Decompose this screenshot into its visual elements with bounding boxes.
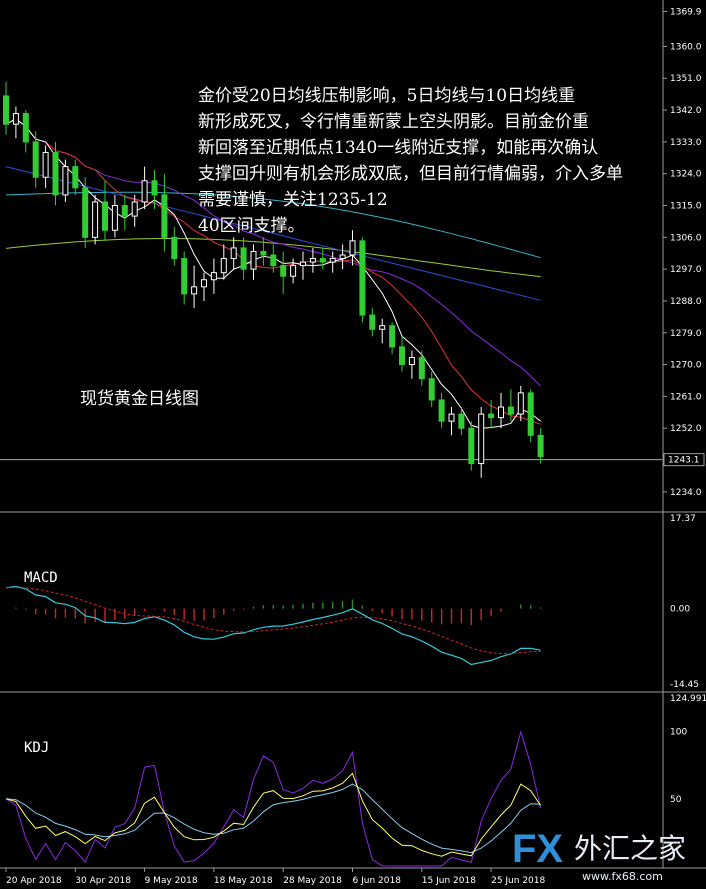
price-tick-label: 1261.0 [670,392,702,402]
date-tick-label: 20 Apr 2018 [6,876,62,886]
macd-tick-label: 0.00 [670,605,690,615]
candle-body [52,151,59,196]
candle-body [121,205,128,217]
candle-body [171,236,178,260]
annotation-line: 新形成死叉，令行情重新蒙上空头阴影。目前金价重 [198,112,589,132]
kdj-tick-label: 124.9914 [670,694,706,704]
candle-body [537,434,544,458]
candle-body [22,113,29,143]
price-tick-label: 1315.0 [670,202,702,212]
candle-body [102,201,108,231]
price-tick-label: 1279.0 [670,329,702,339]
price-tick-label: 1288.0 [670,297,702,307]
candle-body [42,151,49,178]
candle-body [270,254,277,267]
candle-body [379,325,386,330]
candle-body [369,314,376,330]
price-tick-label: 1342.0 [670,106,702,116]
kdj-label: KDJ [24,740,49,756]
candle-body [151,180,158,196]
macd-tick-label: 17.37 [670,514,696,524]
gold-daily-chart: 1369.9 1360.0 1351.0 1342.0 1333.0 1324.0 1315… [0,0,706,889]
candle-body [428,378,435,401]
candle-body [290,265,297,277]
candle-body [319,258,326,263]
price-tick-label: 1297.0 [670,265,702,275]
date-tick-label: 25 Jun 2018 [491,876,545,886]
candle-body [12,113,19,125]
candle-body [3,95,9,125]
price-tick-label: 1270.0 [670,361,702,371]
date-tick-label: 28 May 2018 [283,876,342,886]
candle-body [488,413,495,419]
candle-body [438,399,445,422]
macd-tick-label: -14.45 [670,680,699,690]
watermark-cn: 外汇之家 [574,832,686,865]
candle-body [240,247,247,270]
price-tick-label: 1234.0 [670,488,702,498]
macd-label: MACD [24,570,58,586]
candle-body [181,258,188,295]
current-price-label: 1243.1 [668,456,700,466]
candle-body [339,254,346,260]
candle-body [468,427,475,465]
candle-body [210,272,217,281]
candle-body [389,325,396,348]
annotation-line: 40区间支撑。 [198,216,305,236]
candle-body [141,180,148,203]
candle-body [92,201,99,238]
date-tick-label: 18 May 2018 [214,876,273,886]
watermark-url: www.fx68.com [582,870,663,883]
candle-body [309,258,316,263]
candle-body [230,247,237,260]
kdj-tick-label: 100 [670,728,687,738]
candle-body [399,346,405,366]
candle-body [280,265,287,277]
candle-body [359,240,366,316]
candle-body [62,166,69,196]
candle-body [191,286,198,295]
kdj-tick-label: 50 [670,795,682,805]
candle-body [408,357,415,366]
annotation-line: 支撑回升则有机会形成双底，但目前行情偏弱，介入多单 [198,164,623,184]
candle-body [250,250,257,270]
candle-body [82,187,89,238]
candle-body [111,205,118,231]
date-tick-label: 30 Apr 2018 [75,876,131,886]
price-tick-label: 1306.0 [670,233,702,243]
candle-body [329,258,336,263]
price-tick-label: 1324.0 [670,170,702,180]
price-tick-label: 1252.0 [670,424,702,434]
candle-body [349,240,356,256]
candle-body [72,166,79,189]
candle-body [161,194,168,238]
watermark-fx: FX [512,827,563,871]
date-tick-label: 6 Jun 2018 [353,876,402,886]
candle-body [507,406,514,415]
candle-body [448,413,455,422]
candle-body [498,406,504,419]
date-tick-label: 9 May 2018 [145,876,198,886]
candle-body [260,250,267,256]
candle-body [300,261,306,267]
candle-body [131,201,138,217]
candle-body [517,392,524,415]
date-tick-label: 15 Jun 2018 [422,876,476,886]
annotation-line: 金价受20日均线压制影响，5日均线与10日均线重 [198,86,575,106]
candle-body [527,392,534,436]
candle-body [458,413,465,429]
candle-body [32,141,39,178]
price-tick-label: 1351.0 [670,74,702,84]
chart-title: 现货黄金日线图 [80,389,199,409]
candle-body [220,258,227,274]
price-tick-label: 1369.9 [670,7,702,17]
candle-body [478,413,485,465]
price-tick-label: 1360.0 [670,42,702,52]
candle-body [201,279,207,288]
price-tick-label: 1333.0 [670,138,702,148]
annotation-line: 需要谨慎，关注1235-12 [198,190,388,210]
annotation-line: 新回落至近期低点1340一线附近支撑，如能再次确认 [198,138,598,158]
candle-body [418,357,425,380]
